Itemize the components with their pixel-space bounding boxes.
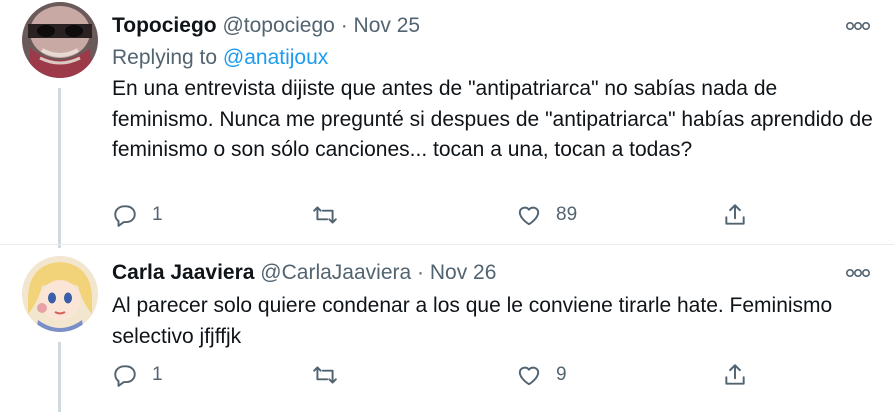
tweet[interactable]: Carla Jaaviera @CarlaJaaviera · Nov 26 A… bbox=[0, 246, 894, 412]
thread-line bbox=[58, 88, 61, 248]
display-name[interactable]: Carla Jaaviera bbox=[112, 261, 254, 284]
mention-link[interactable]: @anatijoux bbox=[223, 46, 328, 69]
more-icon[interactable] bbox=[846, 20, 870, 32]
reply-count: 1 bbox=[152, 204, 163, 225]
share-icon bbox=[725, 364, 745, 385]
reply-button[interactable]: 1 bbox=[112, 200, 163, 230]
tweet-header: Carla Jaaviera @CarlaJaaviera · Nov 26 bbox=[112, 260, 496, 286]
retweet-icon bbox=[313, 206, 337, 224]
separator: · bbox=[340, 14, 348, 37]
retweet-button[interactable] bbox=[312, 360, 352, 390]
heart-icon bbox=[518, 366, 540, 386]
like-count: 9 bbox=[556, 364, 567, 385]
tweet-date[interactable]: Nov 26 bbox=[430, 261, 497, 284]
tweet-text: En una entrevista dijiste que antes de "… bbox=[112, 77, 873, 161]
reply-icon bbox=[114, 205, 136, 227]
tweet-actions: 1 9 bbox=[112, 360, 772, 390]
tweet[interactable]: Topociego @topociego · Nov 25 Replying t… bbox=[0, 0, 894, 248]
retweet-icon bbox=[313, 366, 337, 384]
tweet-actions: 1 89 bbox=[112, 200, 772, 230]
thread-line bbox=[58, 342, 61, 412]
avatar[interactable] bbox=[22, 2, 98, 78]
share-button[interactable] bbox=[722, 200, 748, 230]
heart-icon bbox=[518, 206, 540, 226]
handle[interactable]: @CarlaJaaviera bbox=[260, 261, 411, 284]
share-button[interactable] bbox=[722, 360, 748, 390]
tweet-header: Topociego @topociego · Nov 25 bbox=[112, 13, 420, 39]
more-icon[interactable] bbox=[846, 267, 870, 279]
tweet-date[interactable]: Nov 25 bbox=[354, 14, 421, 37]
tweet-text: Al parecer solo quiere condenar a los qu… bbox=[112, 294, 833, 348]
avatar[interactable] bbox=[22, 256, 98, 332]
replying-to: Replying to @anatijoux bbox=[112, 45, 328, 71]
reply-button[interactable]: 1 bbox=[112, 360, 163, 390]
separator: · bbox=[417, 261, 425, 284]
like-button[interactable]: 89 bbox=[516, 200, 577, 230]
handle[interactable]: @topociego bbox=[222, 14, 334, 37]
replying-prefix: Replying to bbox=[112, 46, 218, 69]
divider bbox=[0, 244, 894, 245]
retweet-button[interactable] bbox=[312, 200, 352, 230]
like-button[interactable]: 9 bbox=[516, 360, 567, 390]
reply-icon bbox=[114, 365, 136, 387]
reply-count: 1 bbox=[152, 364, 163, 385]
share-icon bbox=[725, 204, 745, 225]
like-count: 89 bbox=[556, 204, 578, 225]
display-name[interactable]: Topociego bbox=[112, 14, 217, 37]
